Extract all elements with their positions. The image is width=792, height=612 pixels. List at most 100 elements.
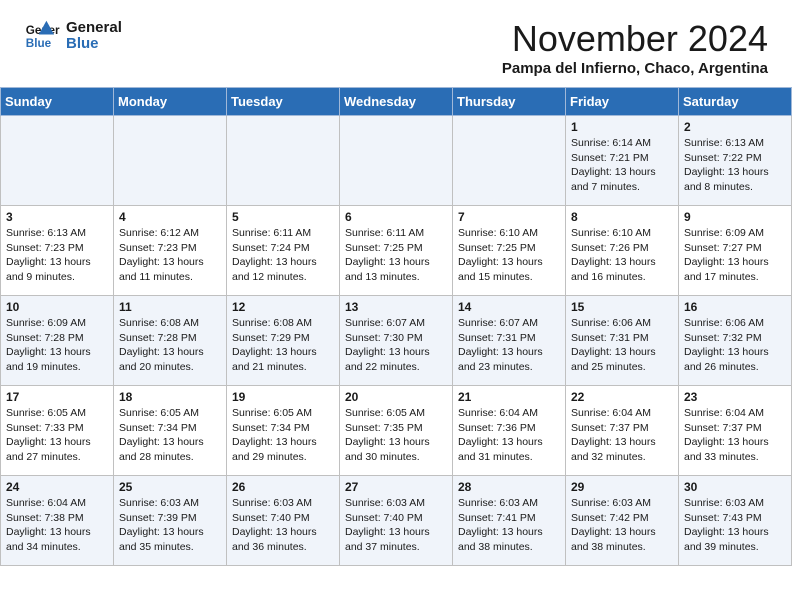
- day-number: 2: [684, 120, 786, 134]
- day-number: 21: [458, 390, 560, 404]
- calendar-cell: 2 Sunrise: 6:13 AM Sunset: 7:22 PM Daylig…: [679, 116, 792, 206]
- calendar-week-row: 1 Sunrise: 6:14 AM Sunset: 7:21 PM Daylig…: [1, 116, 792, 206]
- day-info: Sunrise: 6:09 AM Sunset: 7:27 PM Dayligh…: [684, 226, 786, 285]
- day-info: Sunrise: 6:04 AM Sunset: 7:37 PM Dayligh…: [684, 406, 786, 465]
- calendar-cell: 20 Sunrise: 6:05 AM Sunset: 7:35 PM Dayli…: [340, 386, 453, 476]
- calendar-cell: 21 Sunrise: 6:04 AM Sunset: 7:36 PM Dayli…: [453, 386, 566, 476]
- day-number: 10: [6, 300, 108, 314]
- day-info: Sunrise: 6:11 AM Sunset: 7:25 PM Dayligh…: [345, 226, 447, 285]
- day-number: 20: [345, 390, 447, 404]
- day-info: Sunrise: 6:10 AM Sunset: 7:25 PM Dayligh…: [458, 226, 560, 285]
- day-number: 24: [6, 480, 108, 494]
- calendar-cell: [453, 116, 566, 206]
- day-info: Sunrise: 6:14 AM Sunset: 7:21 PM Dayligh…: [571, 136, 673, 195]
- day-info: Sunrise: 6:04 AM Sunset: 7:38 PM Dayligh…: [6, 496, 108, 555]
- day-number: 18: [119, 390, 221, 404]
- day-info: Sunrise: 6:11 AM Sunset: 7:24 PM Dayligh…: [232, 226, 334, 285]
- calendar-cell: 4Sunrise: 6:12 AM Sunset: 7:23 PM Daylig…: [114, 206, 227, 296]
- day-number: 9: [684, 210, 786, 224]
- day-info: Sunrise: 6:03 AM Sunset: 7:42 PM Dayligh…: [571, 496, 673, 555]
- calendar-cell: 16 Sunrise: 6:06 AM Sunset: 7:32 PM Dayli…: [679, 296, 792, 386]
- day-number: 11: [119, 300, 221, 314]
- calendar-cell: 23Sunrise: 6:04 AM Sunset: 7:37 PM Dayli…: [679, 386, 792, 476]
- day-info: Sunrise: 6:12 AM Sunset: 7:23 PM Dayligh…: [119, 226, 221, 285]
- calendar-cell: 6 Sunrise: 6:11 AM Sunset: 7:25 PM Daylig…: [340, 206, 453, 296]
- day-number: 22: [571, 390, 673, 404]
- calendar-cell: 8 Sunrise: 6:10 AM Sunset: 7:26 PM Daylig…: [566, 206, 679, 296]
- day-number: 1: [571, 120, 673, 134]
- calendar-week-row: 24 Sunrise: 6:04 AM Sunset: 7:38 PM Dayli…: [1, 476, 792, 566]
- day-info: Sunrise: 6:03 AM Sunset: 7:41 PM Dayligh…: [458, 496, 560, 555]
- day-number: 28: [458, 480, 560, 494]
- day-info: Sunrise: 6:09 AM Sunset: 7:28 PM Dayligh…: [6, 316, 108, 375]
- day-number: 27: [345, 480, 447, 494]
- col-header-wednesday: Wednesday: [340, 88, 453, 116]
- day-info: Sunrise: 6:07 AM Sunset: 7:30 PM Dayligh…: [345, 316, 447, 375]
- day-info: Sunrise: 6:04 AM Sunset: 7:37 PM Dayligh…: [571, 406, 673, 465]
- calendar-cell: 11 Sunrise: 6:08 AM Sunset: 7:28 PM Dayli…: [114, 296, 227, 386]
- day-info: Sunrise: 6:04 AM Sunset: 7:36 PM Dayligh…: [458, 406, 560, 465]
- calendar-cell: [1, 116, 114, 206]
- day-info: Sunrise: 6:05 AM Sunset: 7:34 PM Dayligh…: [119, 406, 221, 465]
- logo-icon: General Blue: [24, 18, 60, 54]
- day-info: Sunrise: 6:07 AM Sunset: 7:31 PM Dayligh…: [458, 316, 560, 375]
- logo-text-general: General: [66, 20, 122, 37]
- calendar-cell: 1 Sunrise: 6:14 AM Sunset: 7:21 PM Daylig…: [566, 116, 679, 206]
- day-info: Sunrise: 6:10 AM Sunset: 7:26 PM Dayligh…: [571, 226, 673, 285]
- calendar-cell: [340, 116, 453, 206]
- logo: General Blue General Blue: [24, 18, 122, 54]
- calendar-cell: 17 Sunrise: 6:05 AM Sunset: 7:33 PM Dayli…: [1, 386, 114, 476]
- col-header-monday: Monday: [114, 88, 227, 116]
- day-number: 15: [571, 300, 673, 314]
- calendar-cell: 13 Sunrise: 6:07 AM Sunset: 7:30 PM Dayli…: [340, 296, 453, 386]
- day-number: 19: [232, 390, 334, 404]
- calendar-cell: 25 Sunrise: 6:03 AM Sunset: 7:39 PM Dayli…: [114, 476, 227, 566]
- day-number: 26: [232, 480, 334, 494]
- day-info: Sunrise: 6:06 AM Sunset: 7:31 PM Dayligh…: [571, 316, 673, 375]
- calendar-table: SundayMondayTuesdayWednesdayThursdayFrid…: [0, 87, 792, 566]
- day-info: Sunrise: 6:05 AM Sunset: 7:34 PM Dayligh…: [232, 406, 334, 465]
- svg-text:Blue: Blue: [26, 37, 52, 50]
- day-info: Sunrise: 6:03 AM Sunset: 7:40 PM Dayligh…: [232, 496, 334, 555]
- day-number: 12: [232, 300, 334, 314]
- calendar-header-row: SundayMondayTuesdayWednesdayThursdayFrid…: [1, 88, 792, 116]
- calendar-cell: 9 Sunrise: 6:09 AM Sunset: 7:27 PM Daylig…: [679, 206, 792, 296]
- day-number: 16: [684, 300, 786, 314]
- day-number: 8: [571, 210, 673, 224]
- day-number: 14: [458, 300, 560, 314]
- day-info: Sunrise: 6:13 AM Sunset: 7:22 PM Dayligh…: [684, 136, 786, 195]
- day-number: 30: [684, 480, 786, 494]
- month-title: November 2024: [502, 18, 768, 60]
- calendar-week-row: 3Sunrise: 6:13 AM Sunset: 7:23 PM Daylig…: [1, 206, 792, 296]
- col-header-saturday: Saturday: [679, 88, 792, 116]
- day-number: 6: [345, 210, 447, 224]
- day-info: Sunrise: 6:08 AM Sunset: 7:29 PM Dayligh…: [232, 316, 334, 375]
- calendar-cell: 26 Sunrise: 6:03 AM Sunset: 7:40 PM Dayli…: [227, 476, 340, 566]
- calendar-cell: 22 Sunrise: 6:04 AM Sunset: 7:37 PM Dayli…: [566, 386, 679, 476]
- calendar-cell: 28 Sunrise: 6:03 AM Sunset: 7:41 PM Dayli…: [453, 476, 566, 566]
- logo-text-blue: Blue: [66, 36, 122, 53]
- day-info: Sunrise: 6:03 AM Sunset: 7:40 PM Dayligh…: [345, 496, 447, 555]
- calendar-cell: 29 Sunrise: 6:03 AM Sunset: 7:42 PM Dayli…: [566, 476, 679, 566]
- day-info: Sunrise: 6:05 AM Sunset: 7:33 PM Dayligh…: [6, 406, 108, 465]
- calendar-cell: 3Sunrise: 6:13 AM Sunset: 7:23 PM Daylig…: [1, 206, 114, 296]
- calendar-cell: 5 Sunrise: 6:11 AM Sunset: 7:24 PM Daylig…: [227, 206, 340, 296]
- day-info: Sunrise: 6:06 AM Sunset: 7:32 PM Dayligh…: [684, 316, 786, 375]
- calendar-cell: 30Sunrise: 6:03 AM Sunset: 7:43 PM Dayli…: [679, 476, 792, 566]
- col-header-thursday: Thursday: [453, 88, 566, 116]
- day-number: 13: [345, 300, 447, 314]
- calendar-week-row: 17 Sunrise: 6:05 AM Sunset: 7:33 PM Dayli…: [1, 386, 792, 476]
- day-number: 7: [458, 210, 560, 224]
- day-number: 25: [119, 480, 221, 494]
- calendar-cell: 19 Sunrise: 6:05 AM Sunset: 7:34 PM Dayli…: [227, 386, 340, 476]
- day-number: 5: [232, 210, 334, 224]
- day-info: Sunrise: 6:03 AM Sunset: 7:39 PM Dayligh…: [119, 496, 221, 555]
- day-number: 17: [6, 390, 108, 404]
- calendar-cell: 15 Sunrise: 6:06 AM Sunset: 7:31 PM Dayli…: [566, 296, 679, 386]
- day-number: 29: [571, 480, 673, 494]
- day-info: Sunrise: 6:08 AM Sunset: 7:28 PM Dayligh…: [119, 316, 221, 375]
- day-info: Sunrise: 6:05 AM Sunset: 7:35 PM Dayligh…: [345, 406, 447, 465]
- calendar-cell: 14 Sunrise: 6:07 AM Sunset: 7:31 PM Dayli…: [453, 296, 566, 386]
- col-header-tuesday: Tuesday: [227, 88, 340, 116]
- calendar-cell: [114, 116, 227, 206]
